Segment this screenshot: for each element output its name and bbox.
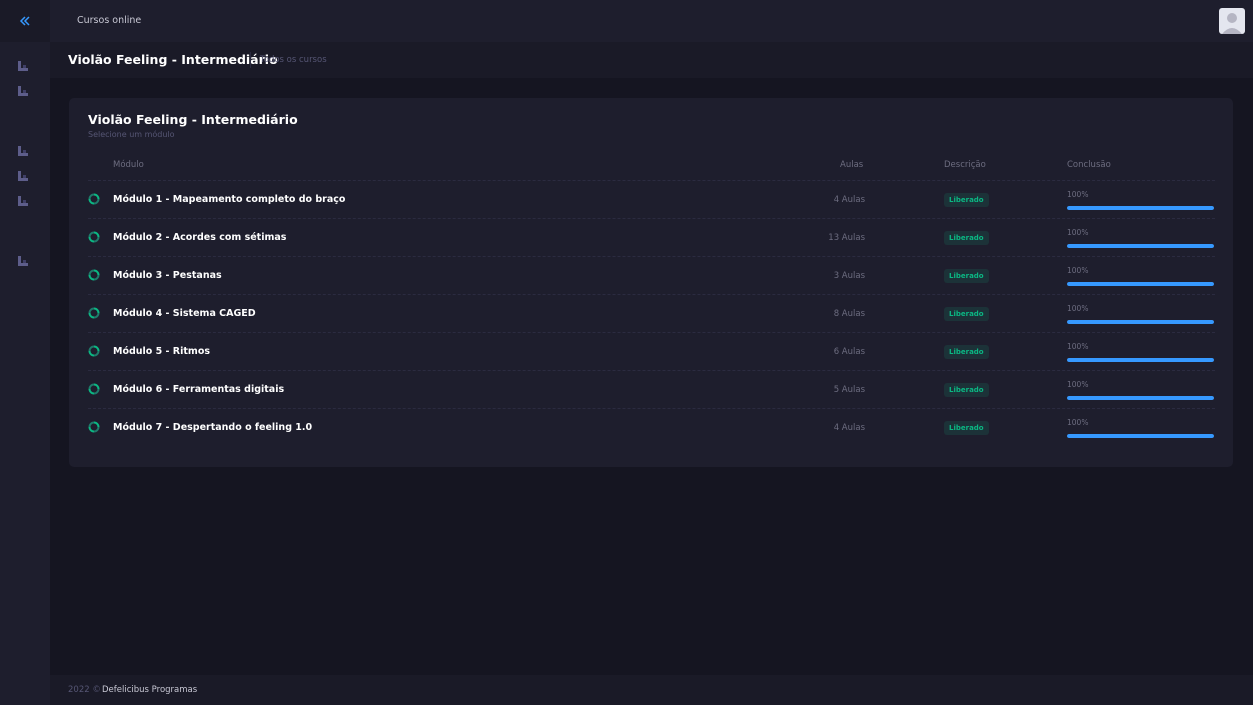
module-lessons-count: 3 Aulas xyxy=(833,271,865,281)
all-courses-link[interactable]: Todos os cursos xyxy=(260,55,327,65)
app-title: Cursos online xyxy=(77,15,142,26)
sync-icon xyxy=(88,307,100,319)
progress-bar xyxy=(1067,320,1214,324)
sidebar-item-chart-icon[interactable] xyxy=(17,255,29,267)
completion-percent: 100% xyxy=(1067,304,1089,313)
double-chevron-left-icon[interactable] xyxy=(19,15,31,27)
module-lessons-count: 4 Aulas xyxy=(833,423,865,433)
table-row[interactable]: Módulo 2 - Acordes com sétimas 13 Aulas Li… xyxy=(88,218,1215,256)
module-lessons-count: 5 Aulas xyxy=(833,385,865,395)
progress-bar xyxy=(1067,396,1214,400)
sidebar-item-chart-icon[interactable] xyxy=(17,170,29,182)
footer-year: 2022 © xyxy=(68,685,101,695)
divider xyxy=(250,52,251,68)
header-conclusao: Conclusão xyxy=(1067,160,1111,170)
status-badge: Liberado xyxy=(944,421,989,435)
progress-bar-fill xyxy=(1067,244,1214,248)
progress-bar-fill xyxy=(1067,396,1214,400)
table-row[interactable]: Módulo 4 - Sistema CAGED 8 Aulas Liberado 1… xyxy=(88,294,1215,332)
sync-icon xyxy=(88,345,100,357)
status-badge: Liberado xyxy=(944,345,989,359)
sidebar-item-chart-icon[interactable] xyxy=(17,145,29,157)
modules-card: Violão Feeling - Intermediário Selecione… xyxy=(69,98,1233,467)
module-lessons-count: 4 Aulas xyxy=(833,195,865,205)
progress-bar xyxy=(1067,244,1214,248)
table-row[interactable]: Módulo 6 - Ferramentas digitais 5 Aulas Li… xyxy=(88,370,1215,408)
status-badge: Liberado xyxy=(944,231,989,245)
progress-bar xyxy=(1067,206,1214,210)
table-row[interactable]: Módulo 3 - Pestanas 3 Aulas Liberado 100% xyxy=(88,256,1215,294)
footer-company-link[interactable]: Defelicibus Programas xyxy=(102,685,197,695)
progress-bar-fill xyxy=(1067,282,1214,286)
footer: 2022 © Defelicibus Programas xyxy=(50,675,1253,705)
header-aulas: Aulas xyxy=(840,160,864,170)
card-title: Violão Feeling - Intermediário xyxy=(88,112,298,127)
sidebar xyxy=(0,0,50,705)
sidebar-item-chart-icon[interactable] xyxy=(17,85,29,97)
status-badge: Liberado xyxy=(944,193,989,207)
sync-icon xyxy=(88,269,100,281)
sync-icon xyxy=(88,231,100,243)
progress-bar xyxy=(1067,434,1214,438)
module-name[interactable]: Módulo 3 - Pestanas xyxy=(113,270,222,281)
progress-bar-fill xyxy=(1067,206,1214,210)
card-subtitle: Selecione um módulo xyxy=(88,130,175,139)
completion-percent: 100% xyxy=(1067,190,1089,199)
sync-icon xyxy=(88,421,100,433)
status-badge: Liberado xyxy=(944,383,989,397)
sync-icon xyxy=(88,383,100,395)
module-lessons-count: 8 Aulas xyxy=(833,309,865,319)
progress-bar-fill xyxy=(1067,320,1214,324)
status-badge: Liberado xyxy=(944,307,989,321)
module-name[interactable]: Módulo 1 - Mapeamento completo do braço xyxy=(113,194,345,205)
module-name[interactable]: Módulo 7 - Despertando o feeling 1.0 xyxy=(113,422,312,433)
table-row[interactable]: Módulo 5 - Ritmos 6 Aulas Liberado 100% xyxy=(88,332,1215,370)
sidebar-toggle[interactable] xyxy=(0,0,50,42)
module-name[interactable]: Módulo 2 - Acordes com sétimas xyxy=(113,232,286,243)
user-avatar[interactable] xyxy=(1219,8,1245,34)
completion-percent: 100% xyxy=(1067,418,1089,427)
module-name[interactable]: Módulo 4 - Sistema CAGED xyxy=(113,308,256,319)
completion-percent: 100% xyxy=(1067,266,1089,275)
completion-percent: 100% xyxy=(1067,380,1089,389)
progress-bar-fill xyxy=(1067,434,1214,438)
progress-bar xyxy=(1067,358,1214,362)
user-avatar-icon xyxy=(1222,13,1242,34)
progress-bar xyxy=(1067,282,1214,286)
progress-bar-fill xyxy=(1067,358,1214,362)
completion-percent: 100% xyxy=(1067,342,1089,351)
module-lessons-count: 13 Aulas xyxy=(828,233,865,243)
module-lessons-count: 6 Aulas xyxy=(833,347,865,357)
module-name[interactable]: Módulo 6 - Ferramentas digitais xyxy=(113,384,284,395)
sidebar-item-chart-icon[interactable] xyxy=(17,60,29,72)
table-row[interactable]: Módulo 1 - Mapeamento completo do braço 4… xyxy=(88,180,1215,218)
subheader: Violão Feeling - Intermediário Todos os … xyxy=(50,42,1253,78)
header-descricao: Descrição xyxy=(944,160,986,170)
page-title: Violão Feeling - Intermediário xyxy=(68,52,278,67)
sync-icon xyxy=(88,193,100,205)
table-row[interactable]: Módulo 7 - Despertando o feeling 1.0 4 Au… xyxy=(88,408,1215,446)
module-name[interactable]: Módulo 5 - Ritmos xyxy=(113,346,210,357)
topbar: Cursos online xyxy=(50,0,1253,42)
sidebar-item-chart-icon[interactable] xyxy=(17,195,29,207)
completion-percent: 100% xyxy=(1067,228,1089,237)
status-badge: Liberado xyxy=(944,269,989,283)
header-modulo: Módulo xyxy=(113,160,144,170)
